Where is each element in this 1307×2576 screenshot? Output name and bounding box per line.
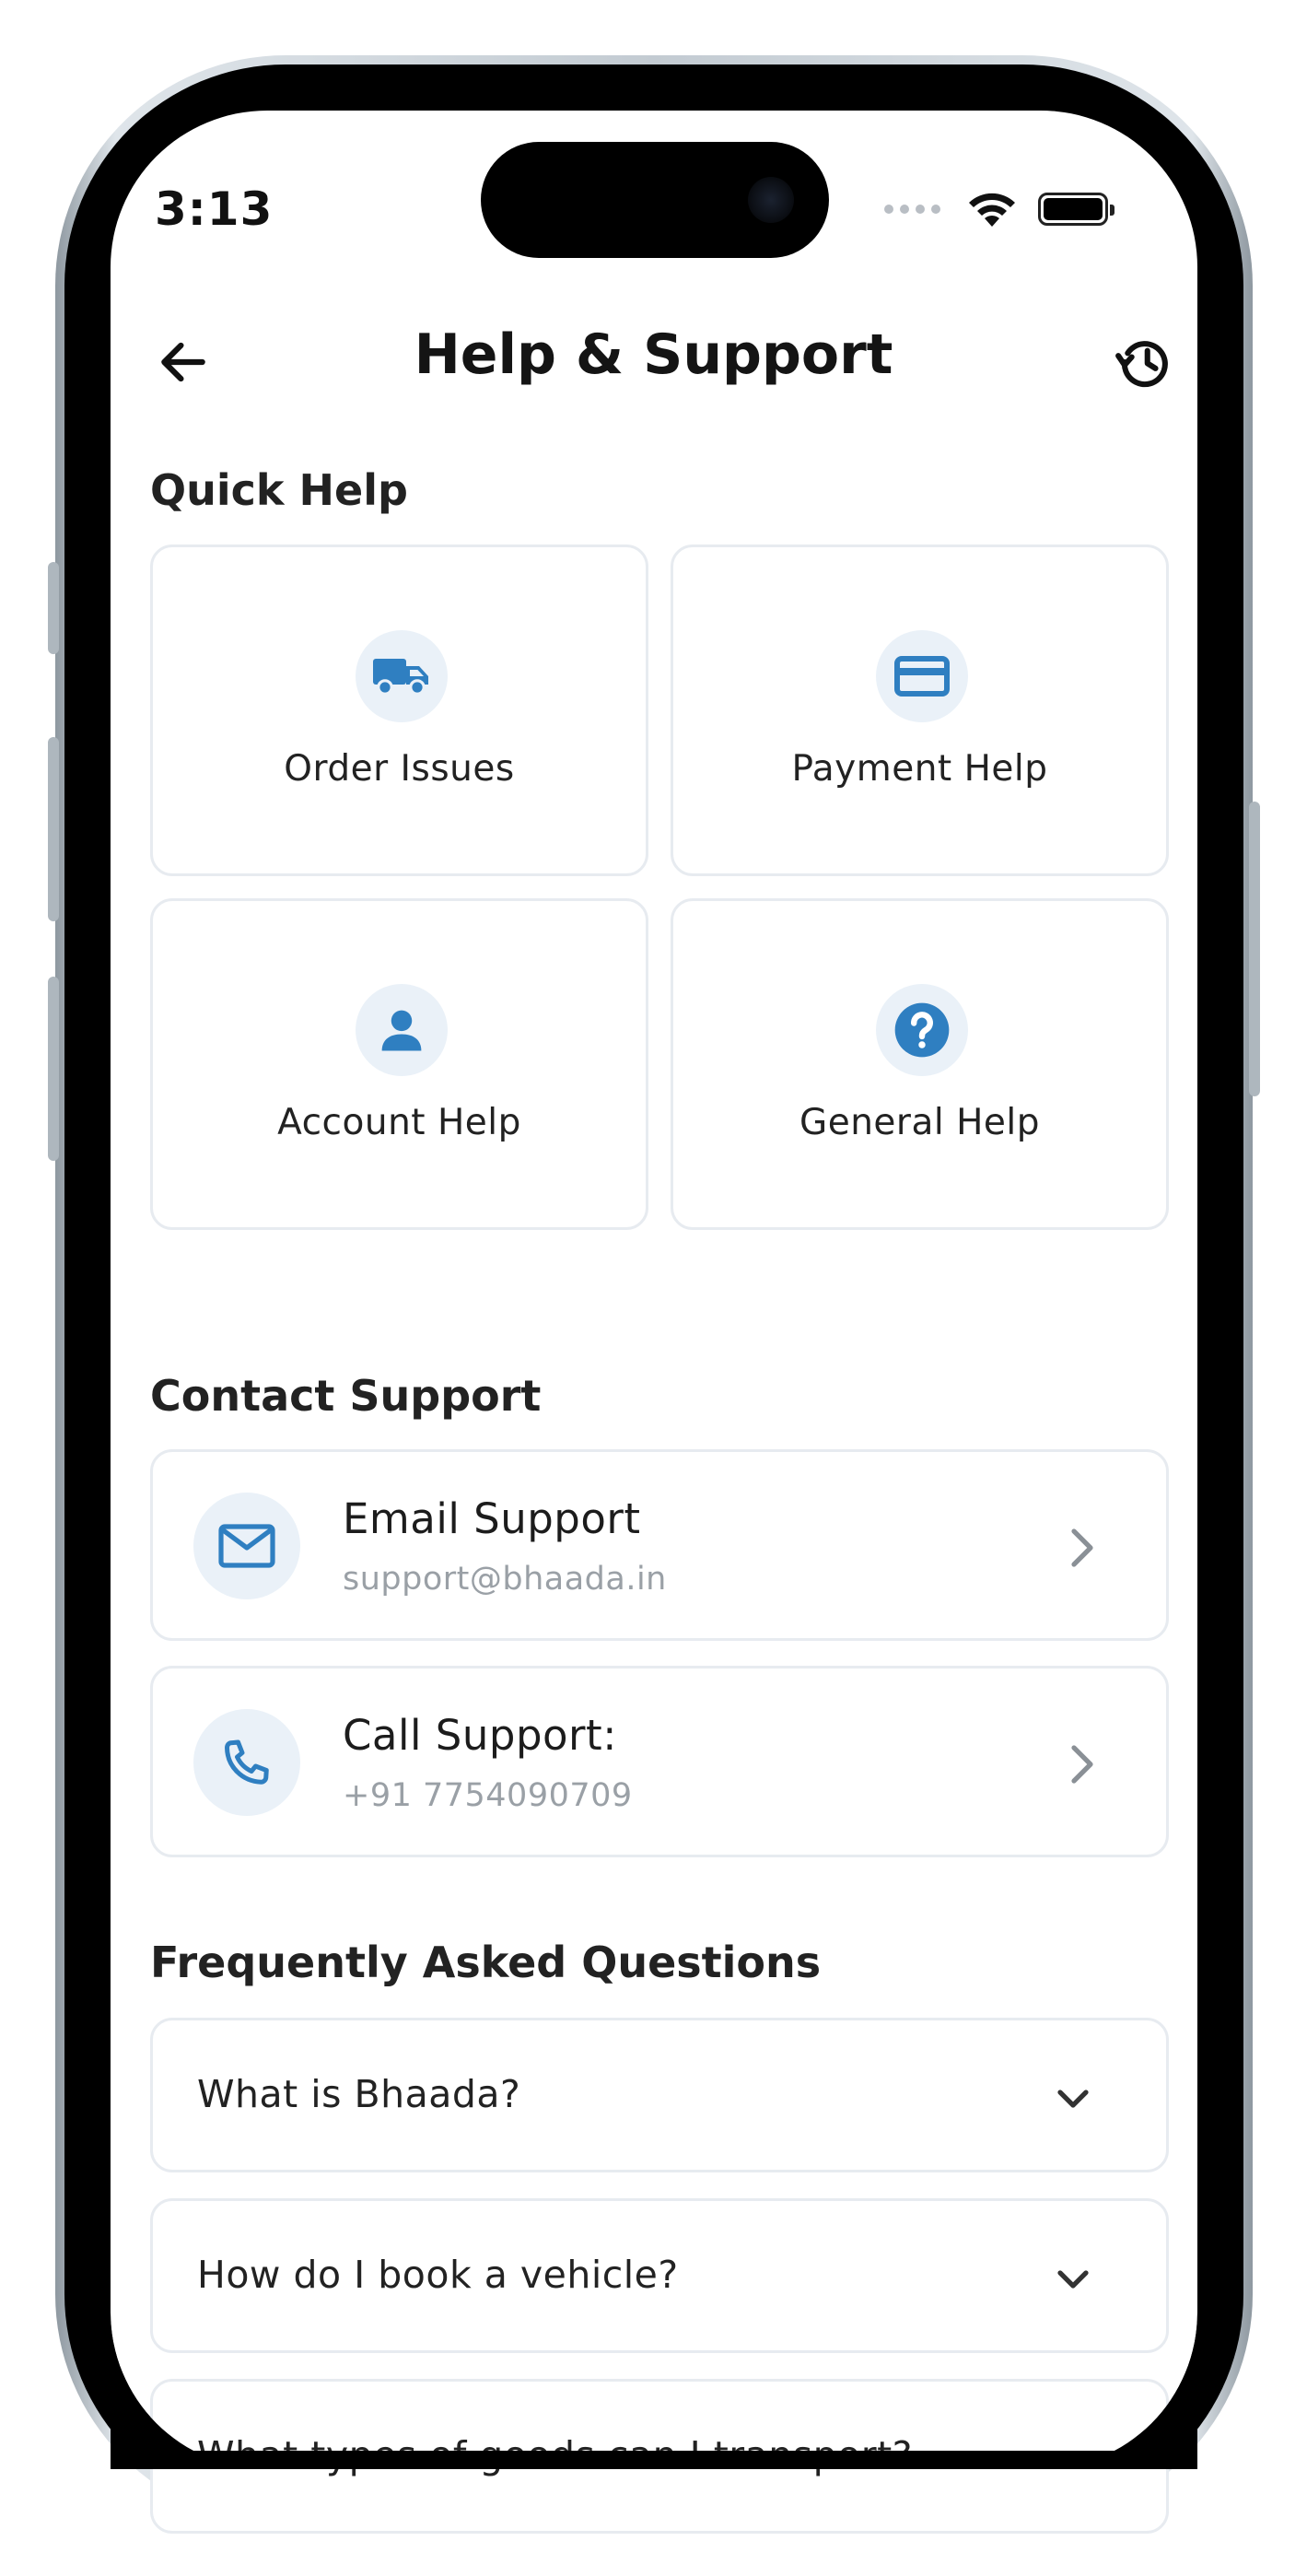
contact-title: Call Support: bbox=[343, 1711, 617, 1760]
power-button bbox=[1249, 802, 1260, 1096]
history-button[interactable] bbox=[1114, 332, 1175, 392]
contact-title: Email Support bbox=[343, 1494, 641, 1543]
wifi-icon bbox=[969, 193, 1015, 227]
volume-down-button bbox=[48, 977, 59, 1161]
action-button bbox=[48, 562, 59, 654]
status-icons bbox=[884, 190, 1114, 228]
contact-support-title: Contact Support bbox=[150, 1371, 542, 1421]
quick-help-account-help[interactable]: Account Help bbox=[150, 898, 648, 1230]
faq-item[interactable]: What is Bhaada? bbox=[150, 2018, 1169, 2172]
dynamic-island bbox=[481, 142, 829, 258]
history-icon bbox=[1115, 341, 1168, 388]
chevron-right-icon bbox=[1071, 1745, 1093, 1784]
quick-help-title: Quick Help bbox=[150, 465, 408, 515]
icon-circle bbox=[876, 984, 968, 1076]
call-support-item[interactable]: Call Support: +91 7754090709 bbox=[150, 1666, 1169, 1857]
phone-icon bbox=[225, 1739, 269, 1785]
icon-circle bbox=[193, 1709, 300, 1816]
person-icon bbox=[381, 1010, 422, 1051]
quick-help-order-issues[interactable]: Order Issues bbox=[150, 544, 648, 876]
icon-circle bbox=[876, 630, 968, 722]
credit-card-icon bbox=[894, 656, 950, 697]
status-time: 3:13 bbox=[155, 182, 274, 236]
volume-up-button bbox=[48, 737, 59, 921]
faq-title: Frequently Asked Questions bbox=[150, 1938, 822, 1987]
screen-bottom-mask bbox=[111, 2303, 1197, 2469]
quick-help-payment-help[interactable]: Payment Help bbox=[671, 544, 1169, 876]
email-support-item[interactable]: Email Support support@bhaada.in bbox=[150, 1449, 1169, 1641]
cellular-signal-icon bbox=[884, 205, 940, 214]
camera-icon bbox=[748, 177, 794, 223]
chevron-down-icon bbox=[1057, 2270, 1089, 2289]
battery-icon bbox=[1038, 193, 1114, 226]
question-circle-icon bbox=[894, 1002, 950, 1058]
icon-circle bbox=[356, 984, 448, 1076]
icon-circle bbox=[193, 1493, 300, 1599]
truck-icon bbox=[373, 659, 428, 696]
mail-icon bbox=[218, 1524, 275, 1568]
faq-question: How do I book a vehicle? bbox=[197, 2253, 679, 2297]
quick-help-label: Payment Help bbox=[791, 748, 1048, 790]
quick-help-label: Order Issues bbox=[284, 748, 515, 790]
contact-subtitle: support@bhaada.in bbox=[343, 1561, 667, 1598]
contact-subtitle: +91 7754090709 bbox=[343, 1777, 633, 1814]
quick-help-general-help[interactable]: General Help bbox=[671, 898, 1169, 1230]
page-title: Help & Support bbox=[414, 322, 893, 387]
icon-circle bbox=[356, 630, 448, 722]
quick-help-label: General Help bbox=[799, 1102, 1040, 1143]
faq-question: What is Bhaada? bbox=[197, 2072, 521, 2116]
screen-bottom-edge bbox=[157, 2451, 1151, 2469]
chevron-right-icon bbox=[1071, 1528, 1093, 1567]
bottom-bezel bbox=[64, 2488, 1243, 2543]
chevron-down-icon bbox=[1057, 2090, 1089, 2108]
quick-help-label: Account Help bbox=[277, 1102, 521, 1143]
